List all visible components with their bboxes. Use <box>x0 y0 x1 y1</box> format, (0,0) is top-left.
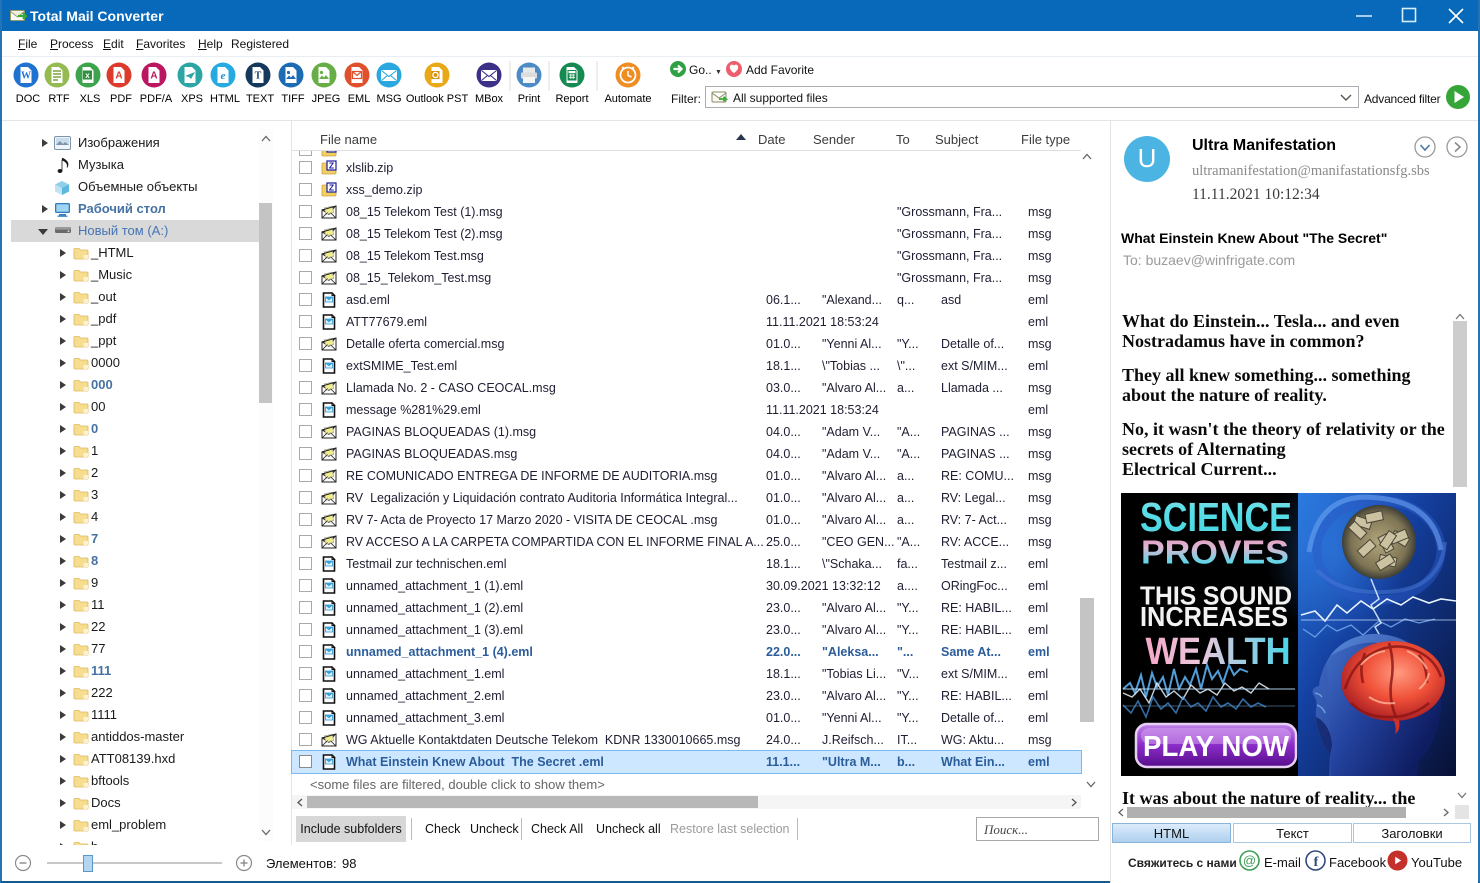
svg-text:f: f <box>1314 855 1319 870</box>
svg-text:INCREASES: INCREASES <box>1140 601 1288 633</box>
svg-text:WEALTH: WEALTH <box>1146 629 1291 672</box>
svg-text:@: @ <box>1243 853 1256 868</box>
svg-text:PLAY NOW: PLAY NOW <box>1143 731 1290 763</box>
svg-text:PROVES: PROVES <box>1141 533 1289 571</box>
